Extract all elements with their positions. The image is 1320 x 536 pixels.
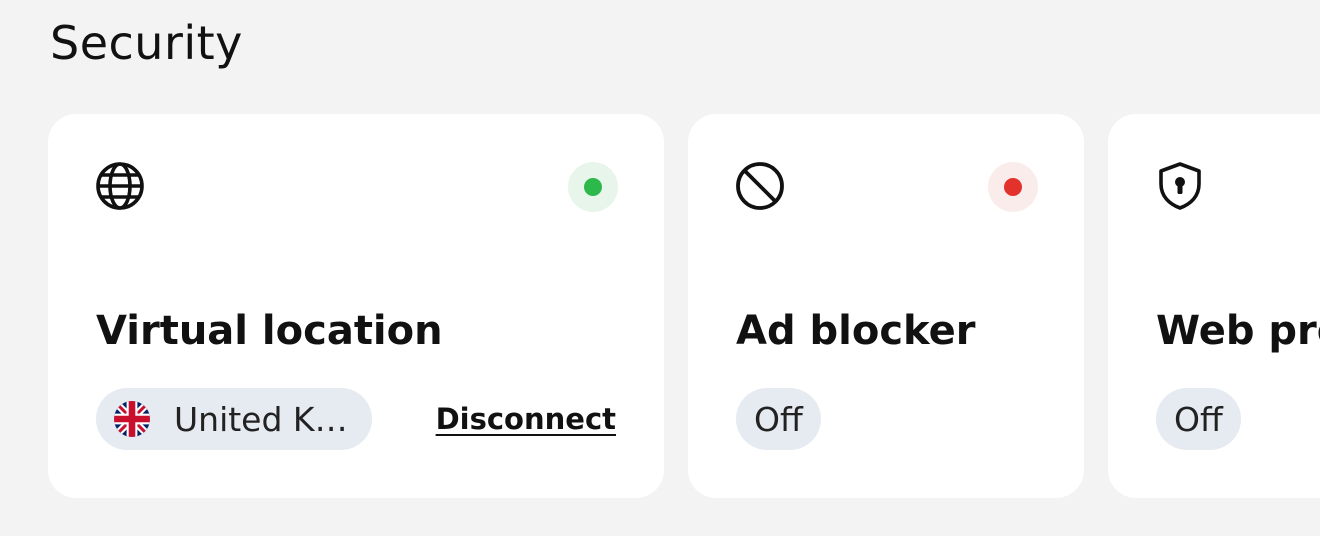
section-title: Security bbox=[50, 16, 243, 70]
state-badge[interactable]: Off bbox=[736, 388, 821, 450]
card-title: Ad blocker bbox=[736, 308, 976, 354]
card-title: Web protection bbox=[1156, 308, 1320, 354]
status-indicator-off bbox=[988, 162, 1038, 212]
shield-lock-icon bbox=[1154, 160, 1206, 212]
state-label: Off bbox=[754, 399, 803, 439]
state-label: Off bbox=[1174, 399, 1223, 439]
uk-flag-icon bbox=[114, 401, 150, 437]
ban-icon bbox=[734, 160, 786, 212]
state-badge[interactable]: Off bbox=[1156, 388, 1241, 450]
location-selector[interactable]: United Kingdom bbox=[96, 388, 372, 450]
status-indicator-on bbox=[568, 162, 618, 212]
card-web-protection[interactable]: Web protection Off bbox=[1108, 114, 1320, 498]
card-title: Virtual location bbox=[96, 308, 443, 354]
disconnect-button[interactable]: Disconnect bbox=[436, 400, 616, 438]
globe-icon bbox=[94, 160, 146, 212]
security-cards: Virtual location United Kingdom Disconne… bbox=[48, 114, 1320, 500]
card-ad-blocker[interactable]: Ad blocker Off bbox=[688, 114, 1084, 498]
location-label: United Kingdom bbox=[174, 399, 354, 439]
card-virtual-location[interactable]: Virtual location United Kingdom Disconne… bbox=[48, 114, 664, 498]
